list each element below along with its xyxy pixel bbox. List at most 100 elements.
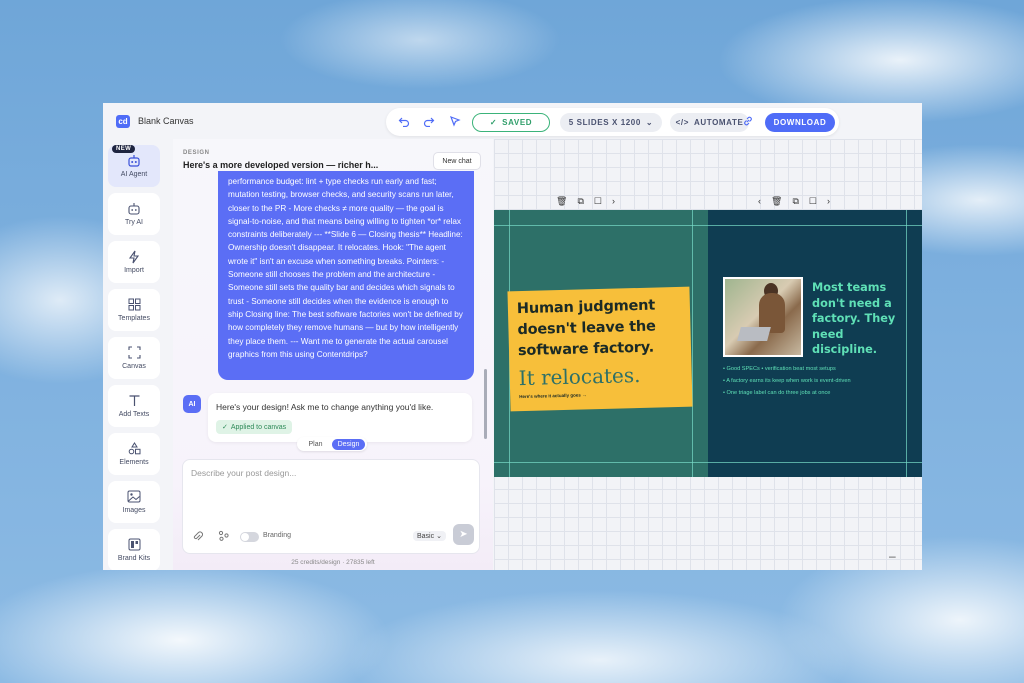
slide2-headline: Most teams don't need a factory. They ne… xyxy=(812,281,896,357)
duplicate-icon[interactable]: ⧉ xyxy=(792,196,798,207)
brand-logo[interactable]: cd xyxy=(116,115,130,128)
chat-header: DESIGN Here's a more developed version —… xyxy=(173,139,493,179)
text-t-icon xyxy=(128,394,141,408)
user-message-bubble: performance budget: lint + type checks r… xyxy=(218,171,474,380)
app-window: cd Blank Canvas ✓ SAVED 5 SLIDES X 1200 … xyxy=(103,103,922,570)
download-button[interactable]: DOWNLOAD xyxy=(765,113,835,132)
composer: Branding Basic ⌄ ➤ xyxy=(182,459,480,554)
chevron-right-icon[interactable]: › xyxy=(827,196,830,207)
model-select[interactable]: Basic ⌄ xyxy=(413,531,446,541)
branding-toggle[interactable] xyxy=(240,532,259,542)
sidebar-item-images[interactable]: Images xyxy=(108,481,160,523)
cursor-icon[interactable] xyxy=(448,115,462,129)
left-sidebar: AI Agent NEW Try AI Import Templates Can… xyxy=(103,139,173,570)
grid-icon xyxy=(128,298,141,312)
square-icon[interactable]: ☐ xyxy=(809,196,817,207)
guide-line xyxy=(494,462,708,463)
sidebar-item-add-texts[interactable]: Add Texts xyxy=(108,385,160,427)
sidebar-item-import[interactable]: Import xyxy=(108,241,160,283)
headline-card[interactable]: Human judgment doesn't leave the softwar… xyxy=(507,286,693,412)
ai-message-text: Here's your design! Ask me to change any… xyxy=(216,402,434,412)
new-badge: NEW xyxy=(112,145,136,153)
chat-kicker: DESIGN xyxy=(183,150,210,156)
sidebar-item-label: Import xyxy=(124,267,144,274)
design-canvas[interactable]: 🗑 ⧉ ☐ › ‹ 🗑 ⧉ ☐ › Human judgment doesn't… xyxy=(494,139,922,570)
slide2-bullet: • One triage label can do three jobs at … xyxy=(723,390,831,396)
chat-panel: performance budget: lint + type checks r… xyxy=(173,139,493,570)
new-chat-button[interactable]: New chat xyxy=(433,152,481,170)
zoom-out-icon[interactable]: – xyxy=(889,549,896,563)
ai-avatar: AI xyxy=(183,395,201,413)
mode-plan-option[interactable]: Plan xyxy=(299,439,332,450)
check-icon: ✓ xyxy=(222,424,228,431)
lightning-icon xyxy=(128,250,140,264)
saved-status[interactable]: ✓ SAVED xyxy=(472,113,550,132)
undo-icon[interactable] xyxy=(397,115,411,129)
brand-kit-icon xyxy=(128,538,141,552)
sidebar-item-label: Canvas xyxy=(122,363,146,370)
slide-2[interactable]: Most teams don't need a factory. They ne… xyxy=(708,210,922,477)
sidebar-item-canvas[interactable]: Canvas xyxy=(108,337,160,379)
shapes-icon xyxy=(128,442,141,456)
sidebar-item-elements[interactable]: Elements xyxy=(108,433,160,475)
saved-label: SAVED xyxy=(502,118,533,127)
guide-line xyxy=(692,210,693,477)
guide-line xyxy=(708,462,922,463)
square-icon[interactable]: ☐ xyxy=(594,196,602,207)
slide1-headline: Human judgment doesn't leave the softwar… xyxy=(516,297,656,360)
sidebar-item-label: Elements xyxy=(119,459,149,466)
robot-outline-icon xyxy=(127,202,141,216)
branding-label: Branding xyxy=(263,532,292,539)
frame-corners-icon xyxy=(127,346,141,360)
chevron-down-icon: ⌄ xyxy=(645,118,654,127)
post-design-input[interactable] xyxy=(191,468,471,478)
slide1-toolbar: 🗑 ⧉ ☐ › xyxy=(556,196,615,207)
robot-icon xyxy=(127,154,141,168)
nodes-icon[interactable] xyxy=(218,530,229,544)
applied-status-badge: ✓ Applied to canvas xyxy=(216,420,293,434)
model-select-value: Basic xyxy=(417,533,435,540)
chevron-left-icon[interactable]: ‹ xyxy=(758,196,761,207)
slide2-bullet: • A factory earns its keep when work is … xyxy=(723,378,851,384)
chevron-down-icon: ⌄ xyxy=(436,533,442,540)
chat-scrollbar[interactable] xyxy=(484,369,487,439)
slides-size-label: 5 SLIDES X 1200 xyxy=(568,118,641,127)
sidebar-item-label: Templates xyxy=(118,315,150,322)
trash-icon[interactable]: 🗑 xyxy=(556,196,567,207)
chat-title: Here's a more developed version — richer… xyxy=(183,160,379,170)
sidebar-item-label: Add Texts xyxy=(118,411,150,418)
sidebar-item-label: AI Agent xyxy=(120,171,148,178)
slide2-bullets: • Good SPECs • verification beat most se… xyxy=(723,363,851,399)
person-laptop-photo[interactable] xyxy=(723,277,803,357)
code-icon: </> xyxy=(675,118,689,127)
slides-size-dropdown[interactable]: 5 SLIDES X 1200 ⌄ xyxy=(560,113,662,132)
slide1-serif-line: It relocates. xyxy=(518,362,641,391)
top-bar: cd Blank Canvas ✓ SAVED 5 SLIDES X 1200 … xyxy=(103,103,922,139)
redo-icon[interactable] xyxy=(422,115,436,129)
automate-label: AUTOMATE xyxy=(693,118,744,127)
trash-icon[interactable]: 🗑 xyxy=(771,196,782,207)
sidebar-item-label: Brand Kits xyxy=(117,555,151,562)
chevron-right-icon[interactable]: › xyxy=(612,196,615,207)
sidebar-item-label: Try AI xyxy=(124,219,144,226)
automate-button[interactable]: </> AUTOMATE xyxy=(670,113,749,132)
sidebar-item-label: Images xyxy=(122,507,146,514)
link-icon[interactable] xyxy=(741,115,755,129)
sidebar-item-try-ai[interactable]: Try AI xyxy=(108,193,160,235)
guide-line xyxy=(708,225,922,226)
document-title[interactable]: Blank Canvas xyxy=(138,116,194,126)
paperclip-icon[interactable] xyxy=(192,530,203,545)
slide-1[interactable]: Human judgment doesn't leave the softwar… xyxy=(494,210,708,477)
applied-label: Applied to canvas xyxy=(230,423,287,431)
sidebar-item-brand-kits[interactable]: Brand Kits xyxy=(108,529,160,570)
check-icon: ✓ xyxy=(489,118,498,127)
sidebar-item-templates[interactable]: Templates xyxy=(108,289,160,331)
mode-toggle: Plan Design xyxy=(297,437,367,451)
send-button[interactable]: ➤ xyxy=(453,524,474,545)
duplicate-icon[interactable]: ⧉ xyxy=(577,196,583,207)
ai-message-card: Here's your design! Ask me to change any… xyxy=(208,393,472,442)
toolbar-pill: ✓ SAVED 5 SLIDES X 1200 ⌄ </> AUTOMATE D… xyxy=(386,108,839,136)
send-arrow-icon: ➤ xyxy=(459,529,468,540)
mode-design-option[interactable]: Design xyxy=(332,438,365,450)
credits-info: 25 credits/design · 27835 left xyxy=(291,559,375,566)
